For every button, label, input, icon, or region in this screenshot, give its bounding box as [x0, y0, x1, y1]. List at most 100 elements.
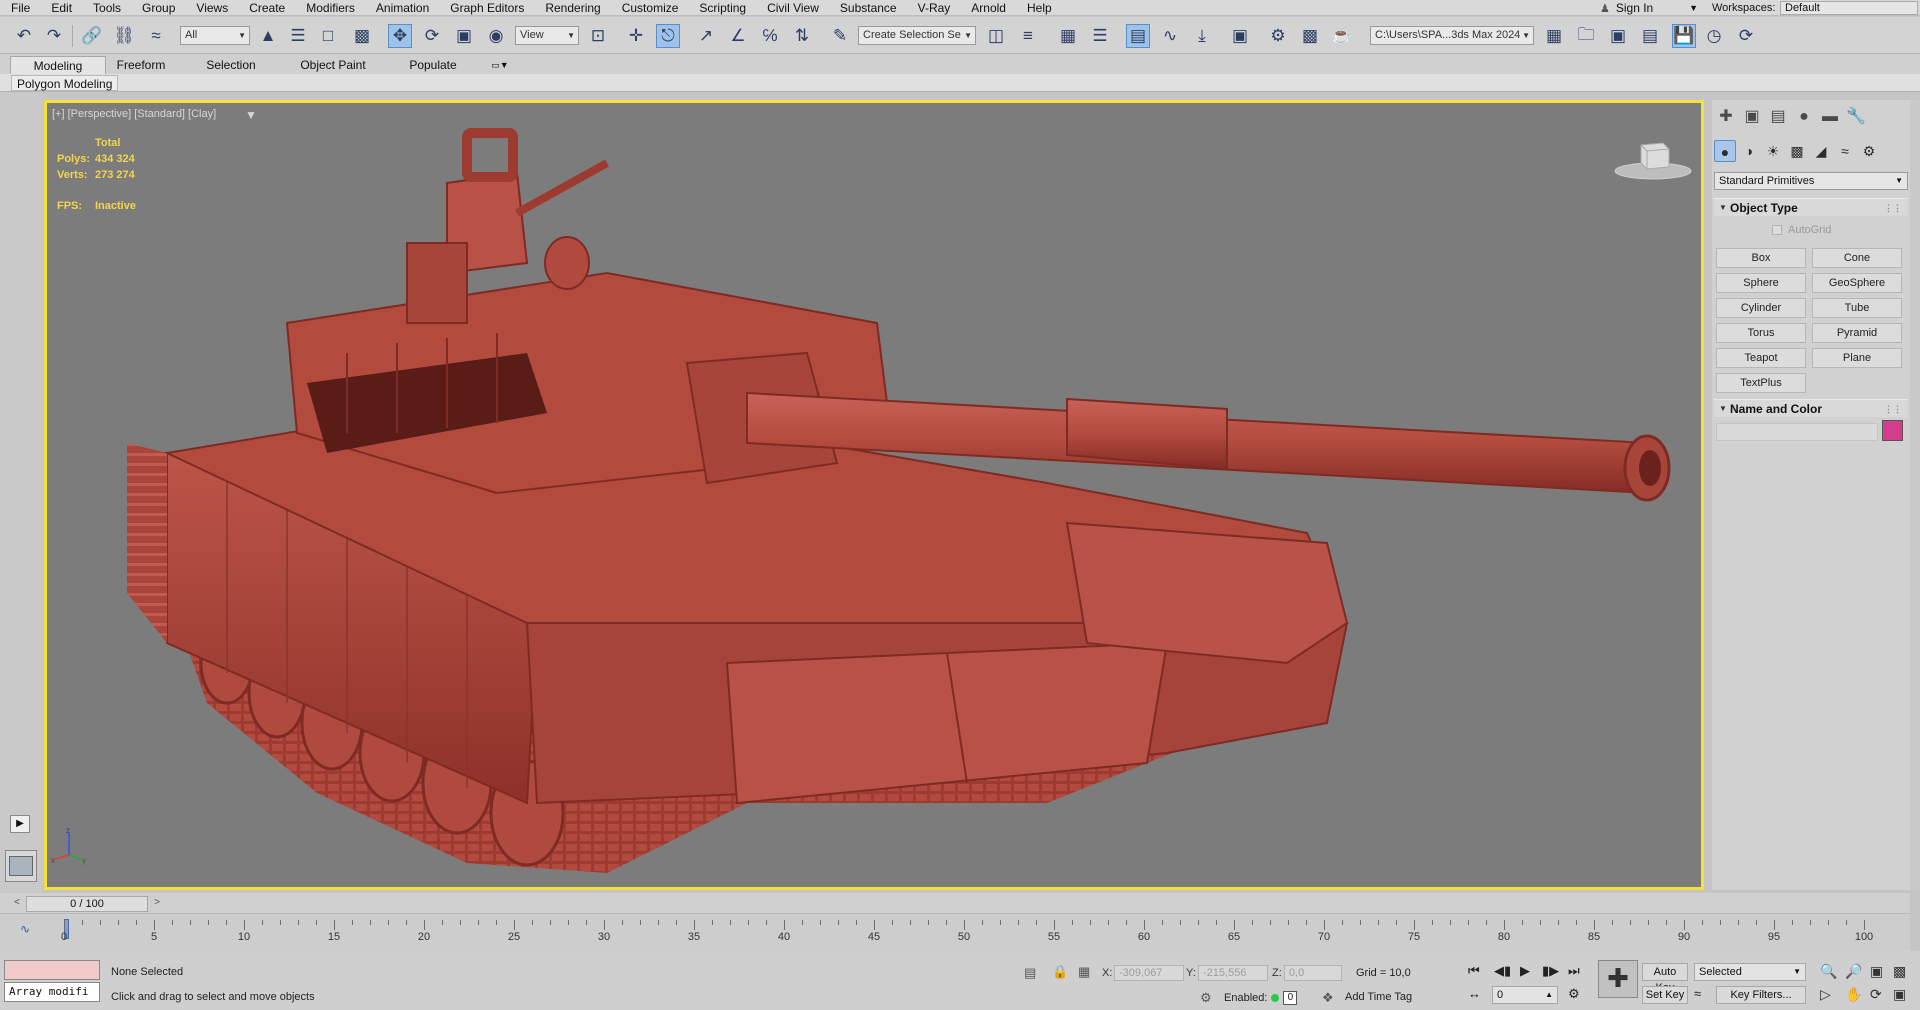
undo-icon[interactable]: ↶ — [12, 24, 36, 48]
menu-animation[interactable]: Animation — [365, 0, 439, 16]
dope-sheet-icon[interactable]: ⤓ — [1190, 24, 1214, 48]
material-editor-icon[interactable]: ▣ — [1228, 24, 1252, 48]
maxscript-listener-input[interactable]: Array modifi — [4, 982, 100, 1002]
viewport-layout-button[interactable] — [5, 850, 37, 882]
lights-icon[interactable]: ☀ — [1762, 140, 1784, 162]
tab-freeform[interactable]: Freeform — [106, 56, 176, 74]
perspective-viewport[interactable]: [+] [Perspective] [Standard] [Clay] ▼ To… — [44, 100, 1704, 890]
select-object-icon[interactable]: ▲ — [256, 24, 280, 48]
space-warps-icon[interactable]: ≈ — [1834, 140, 1856, 162]
set-key-button[interactable]: Set Key — [1642, 986, 1688, 1004]
utilities-tab-icon[interactable]: 🔧 — [1844, 106, 1868, 128]
align-icon[interactable]: ≡ — [1016, 24, 1040, 48]
mirror-icon[interactable]: ◫ — [984, 24, 1008, 48]
named-selection-sets-dropdown[interactable]: Create Selection Se ▼ — [858, 26, 976, 45]
select-and-place-icon[interactable]: ◉ — [484, 24, 508, 48]
cylinder-button[interactable]: Cylinder — [1716, 298, 1806, 318]
previous-frame-icon[interactable]: < — [10, 896, 24, 910]
rendered-frame-window-icon[interactable]: ▩ — [1298, 24, 1322, 48]
cone-button[interactable]: Cone — [1812, 248, 1902, 268]
toggle-ribbon-icon[interactable]: ▤ — [1126, 24, 1150, 48]
primitive-category-dropdown[interactable]: Standard Primitives ▼ — [1714, 172, 1908, 190]
select-and-scale-icon[interactable]: ▣ — [452, 24, 476, 48]
reference-coordinate-dropdown[interactable]: View ▼ — [515, 26, 579, 45]
menu-file[interactable]: File — [0, 0, 40, 16]
zoom-extents-all-icon[interactable]: ▩ — [1893, 963, 1906, 980]
archive-icon[interactable]: ▣ — [1606, 24, 1630, 48]
key-mode-toggle-icon[interactable]: ↔ — [1468, 986, 1481, 1001]
edit-named-selection-icon[interactable]: ✎ — [828, 24, 852, 48]
play-animation-icon[interactable]: ▶ — [1520, 963, 1530, 979]
object-type-rollout-header[interactable]: ▼ Object Type ⋮⋮ — [1714, 198, 1908, 216]
helpers-icon[interactable]: ◢ — [1810, 140, 1832, 162]
render-setup-icon[interactable]: ⚙ — [1266, 24, 1290, 48]
menu-tools[interactable]: Tools — [82, 0, 131, 16]
name-and-color-rollout-header[interactable]: ▼ Name and Color ⋮⋮ — [1714, 399, 1908, 417]
select-and-move-icon[interactable]: ✥ — [388, 24, 412, 48]
previous-key-icon[interactable]: ◀▮ — [1494, 963, 1511, 979]
shapes-icon[interactable]: ◑ — [1738, 140, 1760, 162]
project-folder-dropdown[interactable]: C:\Users\SPA...3ds Max 2024 ▼ — [1370, 26, 1534, 45]
angle-snap-icon[interactable]: ∠ — [726, 24, 750, 48]
select-manipulate-icon[interactable]: ✛ — [624, 24, 648, 48]
teapot-button[interactable]: Teapot — [1716, 348, 1806, 368]
snaps-toggle-icon[interactable]: ↗ — [694, 24, 718, 48]
menu-group[interactable]: Group — [131, 0, 185, 16]
selection-filter-dropdown[interactable]: All ▼ — [180, 26, 250, 45]
select-by-name-icon[interactable]: ☰ — [286, 24, 310, 48]
mini-curve-editor-icon[interactable]: ∿ — [20, 922, 30, 936]
project-icon[interactable]: ▦ — [1542, 24, 1566, 48]
layer-explorer-icon[interactable]: ☰ — [1088, 24, 1112, 48]
bind-space-warp-icon[interactable]: ≈ — [144, 24, 168, 48]
textplus-button[interactable]: TextPlus — [1716, 373, 1806, 393]
menu-graph-editors[interactable]: Graph Editors — [439, 0, 534, 16]
timeline-ruler[interactable]: 0 5 10 15 20 25 30 35 40 45 50 55 60 65 70 75 80 85 90 95 10… — [61, 914, 1873, 952]
time-slider-thumb[interactable]: 0 / 100 — [26, 896, 148, 912]
hierarchy-tab-icon[interactable]: ▤ — [1766, 106, 1790, 128]
menu-help[interactable]: Help — [1016, 0, 1062, 16]
refresh-icon[interactable]: ⟳ — [1734, 24, 1758, 48]
go-to-end-icon[interactable]: ⏭ — [1568, 963, 1580, 979]
tab-modeling[interactable]: Modeling — [10, 56, 106, 74]
select-and-rotate-icon[interactable]: ⟳ — [420, 24, 444, 48]
menu-arnold[interactable]: Arnold — [960, 0, 1016, 16]
maximize-viewport-icon[interactable]: ▣ — [1893, 986, 1906, 1003]
create-tab-icon[interactable]: ✚ — [1714, 106, 1738, 128]
play-icon[interactable]: ▶ — [10, 815, 30, 833]
object-name-input[interactable] — [1716, 423, 1878, 441]
geometry-icon[interactable]: ● — [1714, 140, 1736, 162]
geosphere-button[interactable]: GeoSphere — [1812, 273, 1902, 293]
object-color-swatch[interactable] — [1882, 420, 1903, 441]
unlink-icon[interactable]: ⛓ — [112, 24, 136, 48]
ribbon-options-icon[interactable]: ▭▼ — [486, 56, 514, 74]
tube-button[interactable]: Tube — [1812, 298, 1902, 318]
absolute-mode-icon[interactable]: ▦ — [1078, 964, 1090, 980]
motion-tab-icon[interactable]: ● — [1792, 106, 1816, 128]
default-in-out-tangent-icon[interactable]: ≈ — [1694, 986, 1701, 1001]
link-icon[interactable]: 🔗 — [80, 24, 104, 48]
track-bar[interactable]: ∿ 0 5 10 15 20 25 30 35 40 45 50 55 60 65 70 75 80 85 90 95… — [0, 913, 1910, 951]
menu-scripting[interactable]: Scripting — [688, 0, 756, 16]
polygon-modeling-panel[interactable]: Polygon Modeling — [11, 75, 119, 91]
viewcube[interactable] — [1613, 137, 1693, 183]
menu-modifiers[interactable]: Modifiers — [295, 0, 365, 16]
menu-customize[interactable]: Customize — [611, 0, 689, 16]
sign-in-dropdown[interactable]: ♟ Sign In ▼ — [1600, 0, 1700, 16]
autogrid-checkbox[interactable]: AutoGrid — [1772, 224, 1831, 236]
key-mode-dropdown[interactable]: Selected ▼ — [1694, 963, 1806, 981]
current-frame-field[interactable]: 0 ▲ — [1492, 986, 1558, 1004]
collect-files-icon[interactable]: ▤ — [1638, 24, 1662, 48]
menu-rendering[interactable]: Rendering — [534, 0, 610, 16]
zoom-icon[interactable]: 🔍 — [1820, 963, 1837, 980]
scene-explorer-icon[interactable]: ▦ — [1056, 24, 1080, 48]
go-to-start-icon[interactable]: ⏮ — [1468, 963, 1480, 979]
field-of-view-icon[interactable]: ▷ — [1820, 986, 1831, 1003]
zoom-extents-icon[interactable]: ▣ — [1870, 963, 1883, 980]
display-tab-icon[interactable]: ▬ — [1818, 106, 1842, 128]
redo-icon[interactable]: ↷ — [42, 24, 66, 48]
x-coordinate-field[interactable]: -309,067 — [1114, 965, 1184, 981]
enabled-toggle[interactable]: Enabled: 0 — [1224, 991, 1298, 1005]
render-production-icon[interactable]: ☕ — [1330, 24, 1354, 48]
next-key-icon[interactable]: ▮▶ — [1542, 963, 1559, 979]
adaptive-degradation-icon[interactable]: ⚙ — [1200, 990, 1212, 1006]
